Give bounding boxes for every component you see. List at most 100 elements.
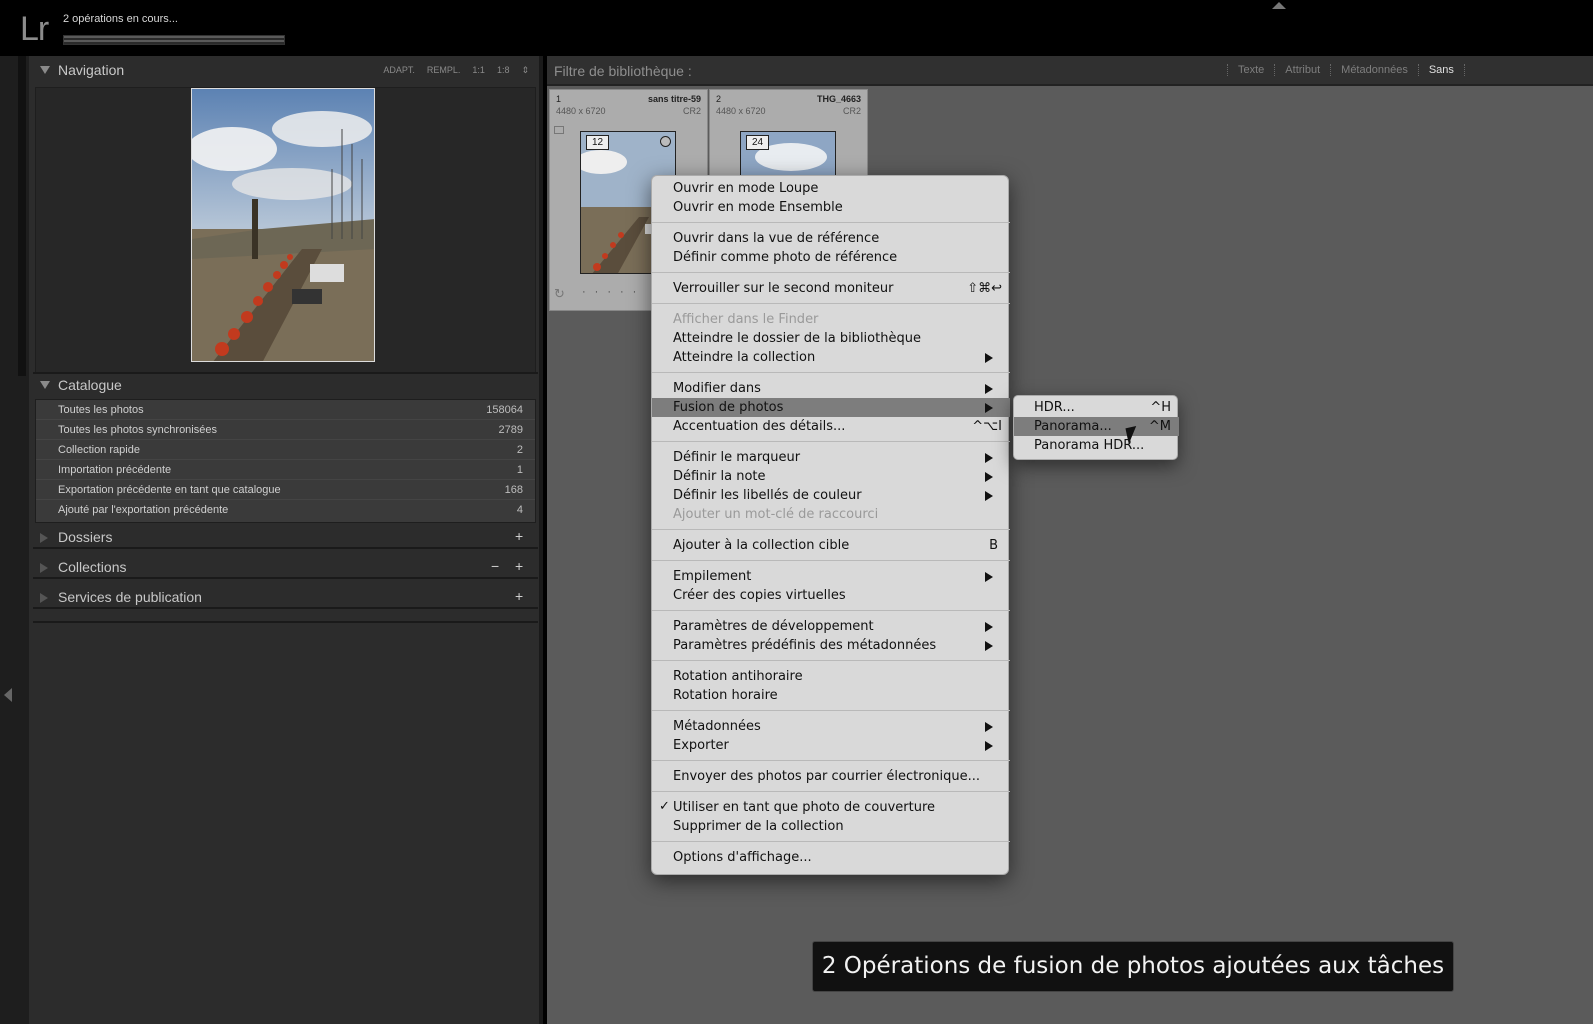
menu-item-go-to-library-folder[interactable]: Atteindre le dossier de la bibliothèque [652,329,1010,348]
collapse-top-panel-icon[interactable] [1272,2,1286,9]
stack-count-badge[interactable]: 24 [746,135,770,150]
catalogue-item-previous-import[interactable]: Importation précédente 1 [36,460,535,480]
menu-separator [652,529,1010,530]
menu-separator [652,560,1010,561]
menu-item-remove-from-collection[interactable]: Supprimer de la collection [652,817,1010,836]
publish-services-title: Services de publication [58,589,202,605]
menu-shortcut: ^H [1150,400,1171,415]
menu-separator [652,841,1010,842]
menu-item-set-color-labels[interactable]: Définir les libellés de couleur [652,486,1010,505]
collapse-left-panel-icon[interactable] [4,688,12,702]
catalogue-item-count: 2789 [498,424,523,436]
collapsed-triangle-icon[interactable] [40,593,48,603]
expand-triangle-icon[interactable] [40,66,50,74]
menu-item-open-survey[interactable]: Ouvrir en mode Ensemble [652,198,1010,217]
catalogue-item-label: Toutes les photos [58,404,144,416]
menu-item-go-to-collection[interactable]: Atteindre la collection [652,348,1010,367]
catalogue-item-count: 1 [516,464,523,476]
add-folder-button[interactable]: + [515,528,523,544]
publish-services-header[interactable]: Services de publication + [29,583,543,613]
zoom-fit-option[interactable]: ADAPT. [383,65,415,76]
zoom-1-8-option[interactable]: 1:8 [497,65,510,76]
catalogue-item-previous-export[interactable]: Exportation précédente en tant que catal… [36,480,535,500]
catalogue-item-label: Importation précédente [58,464,172,476]
zoom-stepper-icon[interactable]: ⇕ [521,65,529,76]
grid-cell-filename: THG_4663 [816,94,861,104]
zoom-fill-option[interactable]: REMPL. [427,65,461,76]
menu-item-open-reference-view[interactable]: Ouvrir dans la vue de référence [652,229,1010,248]
menu-item-email-photos[interactable]: Envoyer des photos par courrier électron… [652,767,1010,786]
collapsed-triangle-icon[interactable] [40,533,48,543]
filter-tab-attribute[interactable]: Attribut [1274,64,1330,76]
grid-cell-dimensions: 4480 x 6720 [556,106,606,116]
menu-item-stacking[interactable]: Empilement [652,567,1010,586]
menu-separator [652,372,1010,373]
menu-item-enhance-details[interactable]: Accentuation des détails... ^⌥I [652,417,1010,436]
menu-separator [652,710,1010,711]
menu-shortcut: ^⌥I [972,419,1002,434]
operations-progress-bar [63,35,285,45]
submenu-arrow-icon [985,472,993,482]
menu-separator [652,610,1010,611]
menu-item-create-virtual-copies[interactable]: Créer des copies virtuelles [652,586,1010,605]
quick-collection-circle-icon[interactable] [660,136,671,147]
grid-cell-index: 1 [556,94,562,104]
expand-triangle-icon[interactable] [40,381,50,389]
catalogue-list: Toutes les photos 158064 Toutes les phot… [35,399,536,523]
menu-item-add-to-target-collection[interactable]: Ajouter à la collection cible B [652,536,1010,555]
left-panel-scrollbar[interactable] [18,56,26,376]
submenu-arrow-icon [985,741,993,751]
navigation-header[interactable]: Navigation ADAPT. REMPL. 1:1 1:8 ⇕ [29,56,543,86]
menu-item-metadata-presets[interactable]: Paramètres prédéfinis des métadonnées [652,636,1010,655]
flag-icon[interactable] [554,126,564,134]
add-publish-service-button[interactable]: + [515,588,523,604]
menu-item-open-loupe[interactable]: Ouvrir en mode Loupe [652,179,1010,198]
catalogue-item-all-photos[interactable]: Toutes les photos 158064 [36,400,535,420]
menu-item-metadata[interactable]: Métadonnées [652,717,1010,736]
stack-count-badge[interactable]: 12 [586,135,610,150]
collections-header[interactable]: Collections − + [29,553,543,583]
menu-item-use-as-cover-photo[interactable]: ✓ Utiliser en tant que photo de couvertur… [652,798,1010,817]
submenu-item-hdr[interactable]: HDR... ^H [1014,398,1179,417]
remove-collection-button[interactable]: − [491,558,499,574]
menu-separator [652,222,1010,223]
menu-item-rotate-left[interactable]: Rotation antihoraire [652,667,1010,686]
notification-toast: 2 Opérations de fusion de photos ajoutée… [812,941,1454,992]
navigation-zoom-options: ADAPT. REMPL. 1:1 1:8 ⇕ [383,65,529,76]
menu-item-photo-merge[interactable]: Fusion de photos [652,398,1010,417]
catalogue-item-added-by-export[interactable]: Ajouté par l'exportation précédente 4 [36,500,535,520]
filter-tab-none[interactable]: Sans [1417,64,1464,76]
filter-tab-metadata[interactable]: Métadonnées [1330,64,1418,76]
menu-separator [652,272,1010,273]
add-collection-button[interactable]: + [515,558,523,574]
grid-cell-extension: CR2 [842,106,861,116]
catalogue-item-quick-collection[interactable]: Collection rapide 2 [36,440,535,460]
catalogue-title: Catalogue [58,377,122,393]
menu-item-edit-in[interactable]: Modifier dans [652,379,1010,398]
submenu-arrow-icon [985,722,993,732]
zoom-1-1-option[interactable]: 1:1 [472,65,485,76]
library-filter-bar: Filtre de bibliothèque : Texte Attribut … [547,56,1593,86]
menu-item-develop-settings[interactable]: Paramètres de développement [652,617,1010,636]
submenu-item-hdr-panorama[interactable]: Panorama HDR... [1014,436,1179,455]
dossiers-header[interactable]: Dossiers + [29,523,543,553]
submenu-arrow-icon [985,491,993,501]
submenu-item-panorama[interactable]: Panorama... ^M [1014,417,1179,436]
catalogue-item-label: Toutes les photos synchronisées [58,424,217,436]
collapsed-triangle-icon[interactable] [40,563,48,573]
menu-item-set-reference-photo[interactable]: Définir comme photo de référence [652,248,1010,267]
menu-item-lock-second-monitor[interactable]: Verrouiller sur le second moniteur ⇧⌘↩ [652,279,1010,298]
menu-item-set-flag[interactable]: Définir le marqueur [652,448,1010,467]
navigator-preview-image[interactable] [191,88,375,362]
catalogue-header[interactable]: Catalogue [29,371,543,401]
menu-item-export[interactable]: Exporter [652,736,1010,755]
panel-separator [33,621,538,623]
menu-item-view-options[interactable]: Options d'affichage... [652,848,1010,867]
menu-item-set-rating[interactable]: Définir la note [652,467,1010,486]
rotate-icon[interactable]: ↻ [554,286,565,302]
filter-tab-text[interactable]: Texte [1227,64,1274,76]
menu-item-rotate-right[interactable]: Rotation horaire [652,686,1010,705]
rating-dots[interactable]: ····· [582,286,645,298]
catalogue-item-synced-photos[interactable]: Toutes les photos synchronisées 2789 [36,420,535,440]
lightroom-logo[interactable]: Lr [20,10,49,49]
